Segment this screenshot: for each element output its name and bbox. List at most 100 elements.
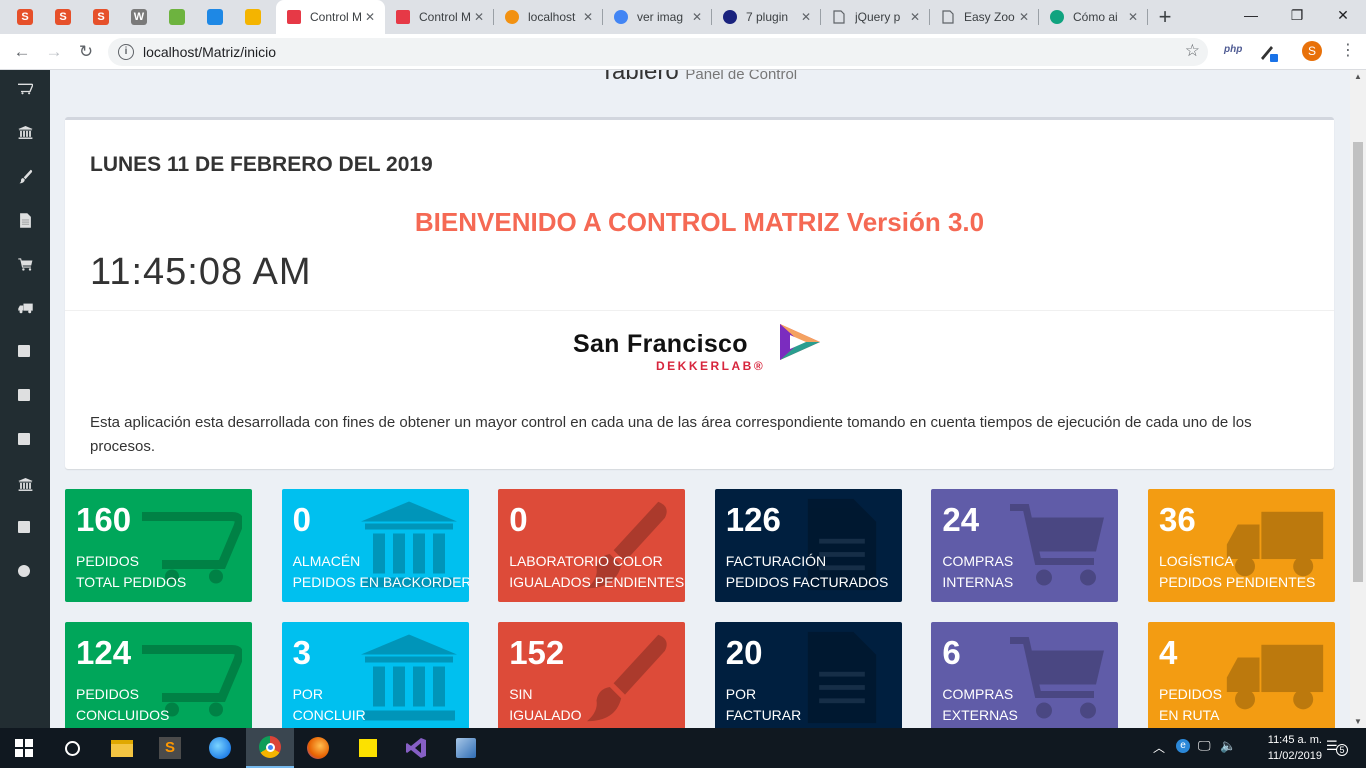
virtualbox-icon[interactable]	[442, 728, 490, 768]
tab-close-icon[interactable]: ✕	[906, 10, 924, 24]
firefox-icon[interactable]	[294, 728, 342, 768]
bookmark-star-icon[interactable]: ☆	[1185, 41, 1200, 61]
pen-extension-icon[interactable]	[1258, 42, 1278, 62]
pinned-tab[interactable]: S	[82, 0, 120, 34]
tab-close-icon[interactable]: ✕	[688, 10, 706, 24]
chrome-icon[interactable]	[246, 728, 294, 768]
tray-clock[interactable]: 11:45 a. m. 11/02/2019	[1268, 732, 1322, 764]
tab-close-icon[interactable]: ✕	[579, 10, 597, 24]
tray-volume-icon[interactable]: 🔈	[1220, 738, 1236, 754]
pinned-tab[interactable]	[196, 0, 234, 34]
windows-start-icon[interactable]	[0, 728, 48, 768]
stat-number: 124	[76, 634, 132, 671]
tab-close-icon[interactable]: ✕	[797, 10, 815, 24]
scroll-thumb[interactable]	[1353, 142, 1363, 582]
sidebar-item[interactable]	[0, 110, 50, 154]
tab-close-icon[interactable]: ✕	[1015, 10, 1033, 24]
sidebar-item[interactable]	[0, 286, 50, 330]
forward-arrow-icon[interactable]: →	[42, 41, 66, 63]
pinned-tab[interactable]: S	[6, 0, 44, 34]
stat-box[interactable]: 152 SIN IGUALADO	[498, 622, 686, 728]
pinned-tab[interactable]: S	[44, 0, 82, 34]
comment-icon	[17, 564, 33, 580]
stat-label-primary: SIN	[509, 686, 533, 702]
reload-icon[interactable]: ↻	[74, 41, 98, 63]
sidebar-item[interactable]	[0, 462, 50, 506]
address-bar[interactable]: i localhost/Matriz/inicio ☆	[108, 38, 1208, 66]
sidebar-item[interactable]	[0, 198, 50, 242]
mail-icon	[207, 9, 223, 25]
stat-box[interactable]: 160 PEDIDOS TOTAL PEDIDOS	[65, 489, 252, 602]
tray-chevron-icon[interactable]: ︿	[1153, 739, 1165, 756]
bank-icon	[17, 125, 33, 140]
stat-box[interactable]: 20 POR FACTURAR	[714, 622, 902, 728]
browser-tab[interactable]: localhost ✕	[494, 0, 603, 34]
sidebar-item[interactable]	[0, 506, 50, 550]
stat-box[interactable]: 0 LABORATORIO COLOR IGUALADOS PENDIENTES	[498, 489, 686, 602]
scroll-down-icon[interactable]: ▼	[1354, 717, 1362, 726]
sidebar-item[interactable]	[0, 154, 50, 198]
stat-box[interactable]: 6 COMPRAS EXTERNAS	[931, 622, 1119, 728]
search-circle-icon[interactable]	[48, 728, 96, 768]
pinned-tab[interactable]	[234, 0, 272, 34]
stat-box[interactable]: 24 COMPRAS INTERNAS	[931, 489, 1119, 602]
visual-studio-icon[interactable]	[392, 728, 440, 768]
notes-icon	[245, 9, 261, 25]
close-window-button[interactable]: ✕	[1320, 0, 1366, 30]
firefox-dev-icon[interactable]	[196, 728, 244, 768]
tab-close-icon[interactable]: ✕	[1124, 10, 1142, 24]
stat-number: 0	[509, 501, 528, 538]
minimize-button[interactable]: —	[1228, 0, 1274, 30]
restore-button[interactable]: ❐	[1274, 0, 1320, 30]
page-scrollbar[interactable]: ▲ ▼	[1350, 70, 1366, 728]
tray-edge-icon[interactable]: e	[1176, 739, 1190, 753]
live-clock: 11:45:08 AM	[90, 251, 312, 293]
info-icon[interactable]: i	[118, 44, 134, 60]
sidebar-item[interactable]	[0, 66, 50, 110]
stat-box[interactable]: 126 FACTURACIÓN PEDIDOS FACTURADOS	[714, 489, 902, 602]
sidebar-item[interactable]	[0, 374, 50, 418]
sidebar-item[interactable]	[0, 550, 50, 594]
browser-tab[interactable]: Control M ✕	[276, 0, 385, 34]
php-extension-icon[interactable]: php	[1224, 44, 1242, 55]
tray-network-icon[interactable]: 🖵	[1198, 738, 1211, 754]
bank-icon	[359, 630, 459, 725]
browser-tab[interactable]: Easy Zoo ✕	[930, 0, 1039, 34]
browser-tab[interactable]: Cómo ai ✕	[1039, 0, 1148, 34]
scroll-up-icon[interactable]: ▲	[1354, 72, 1362, 81]
browser-tab[interactable]: Control M ✕	[385, 0, 494, 34]
graduation-cap-icon	[722, 9, 738, 25]
sidebar-item[interactable]	[0, 330, 50, 374]
pinned-tab[interactable]: W	[120, 0, 158, 34]
leaf-icon	[169, 9, 185, 25]
sidebar-item[interactable]	[0, 418, 50, 462]
new-tab-button[interactable]: +	[1155, 6, 1175, 28]
stat-box[interactable]: 124 PEDIDOS CONCLUIDOS	[65, 622, 252, 728]
url-text[interactable]: localhost/Matriz/inicio	[143, 44, 276, 60]
stat-box[interactable]: 36 LOGÍSTICA PEDIDOS PENDIENTES	[1148, 489, 1335, 602]
notification-center-icon[interactable]: ☰ 5	[1326, 738, 1348, 756]
sticky-notes-icon[interactable]	[344, 728, 392, 768]
browser-tab[interactable]: jQuery p ✕	[821, 0, 930, 34]
stat-box[interactable]: 4 PEDIDOS EN RUTA	[1148, 622, 1335, 728]
tab-close-icon[interactable]: ✕	[361, 10, 379, 24]
document-icon	[940, 9, 956, 25]
pinned-tab[interactable]	[158, 0, 196, 34]
stat-box[interactable]: 0 ALMACÉN PEDIDOS EN BACKORDER	[281, 489, 469, 602]
main-content: Tablero Panel de Control LUNES 11 DE FEB…	[50, 70, 1350, 728]
stat-label-primary: ALMACÉN	[292, 553, 361, 569]
back-arrow-icon[interactable]: ←	[10, 41, 34, 63]
menu-dots-icon[interactable]: ⋮	[1340, 40, 1356, 60]
play-logo-icon	[286, 9, 302, 25]
stat-label-primary: COMPRAS	[942, 686, 1014, 702]
s-favicon: S	[93, 9, 109, 25]
browser-tab[interactable]: 7 plugin ✕	[712, 0, 821, 34]
profile-avatar[interactable]: S	[1302, 41, 1322, 61]
sublime-text-icon[interactable]: S	[146, 728, 194, 768]
stat-label-secondary: EN RUTA	[1159, 707, 1220, 723]
stat-box[interactable]: 3 POR CONCLUIR	[281, 622, 469, 728]
browser-tab[interactable]: ver imag ✕	[603, 0, 712, 34]
file-explorer-icon[interactable]	[98, 728, 146, 768]
tab-close-icon[interactable]: ✕	[470, 10, 488, 24]
sidebar-item[interactable]	[0, 242, 50, 286]
